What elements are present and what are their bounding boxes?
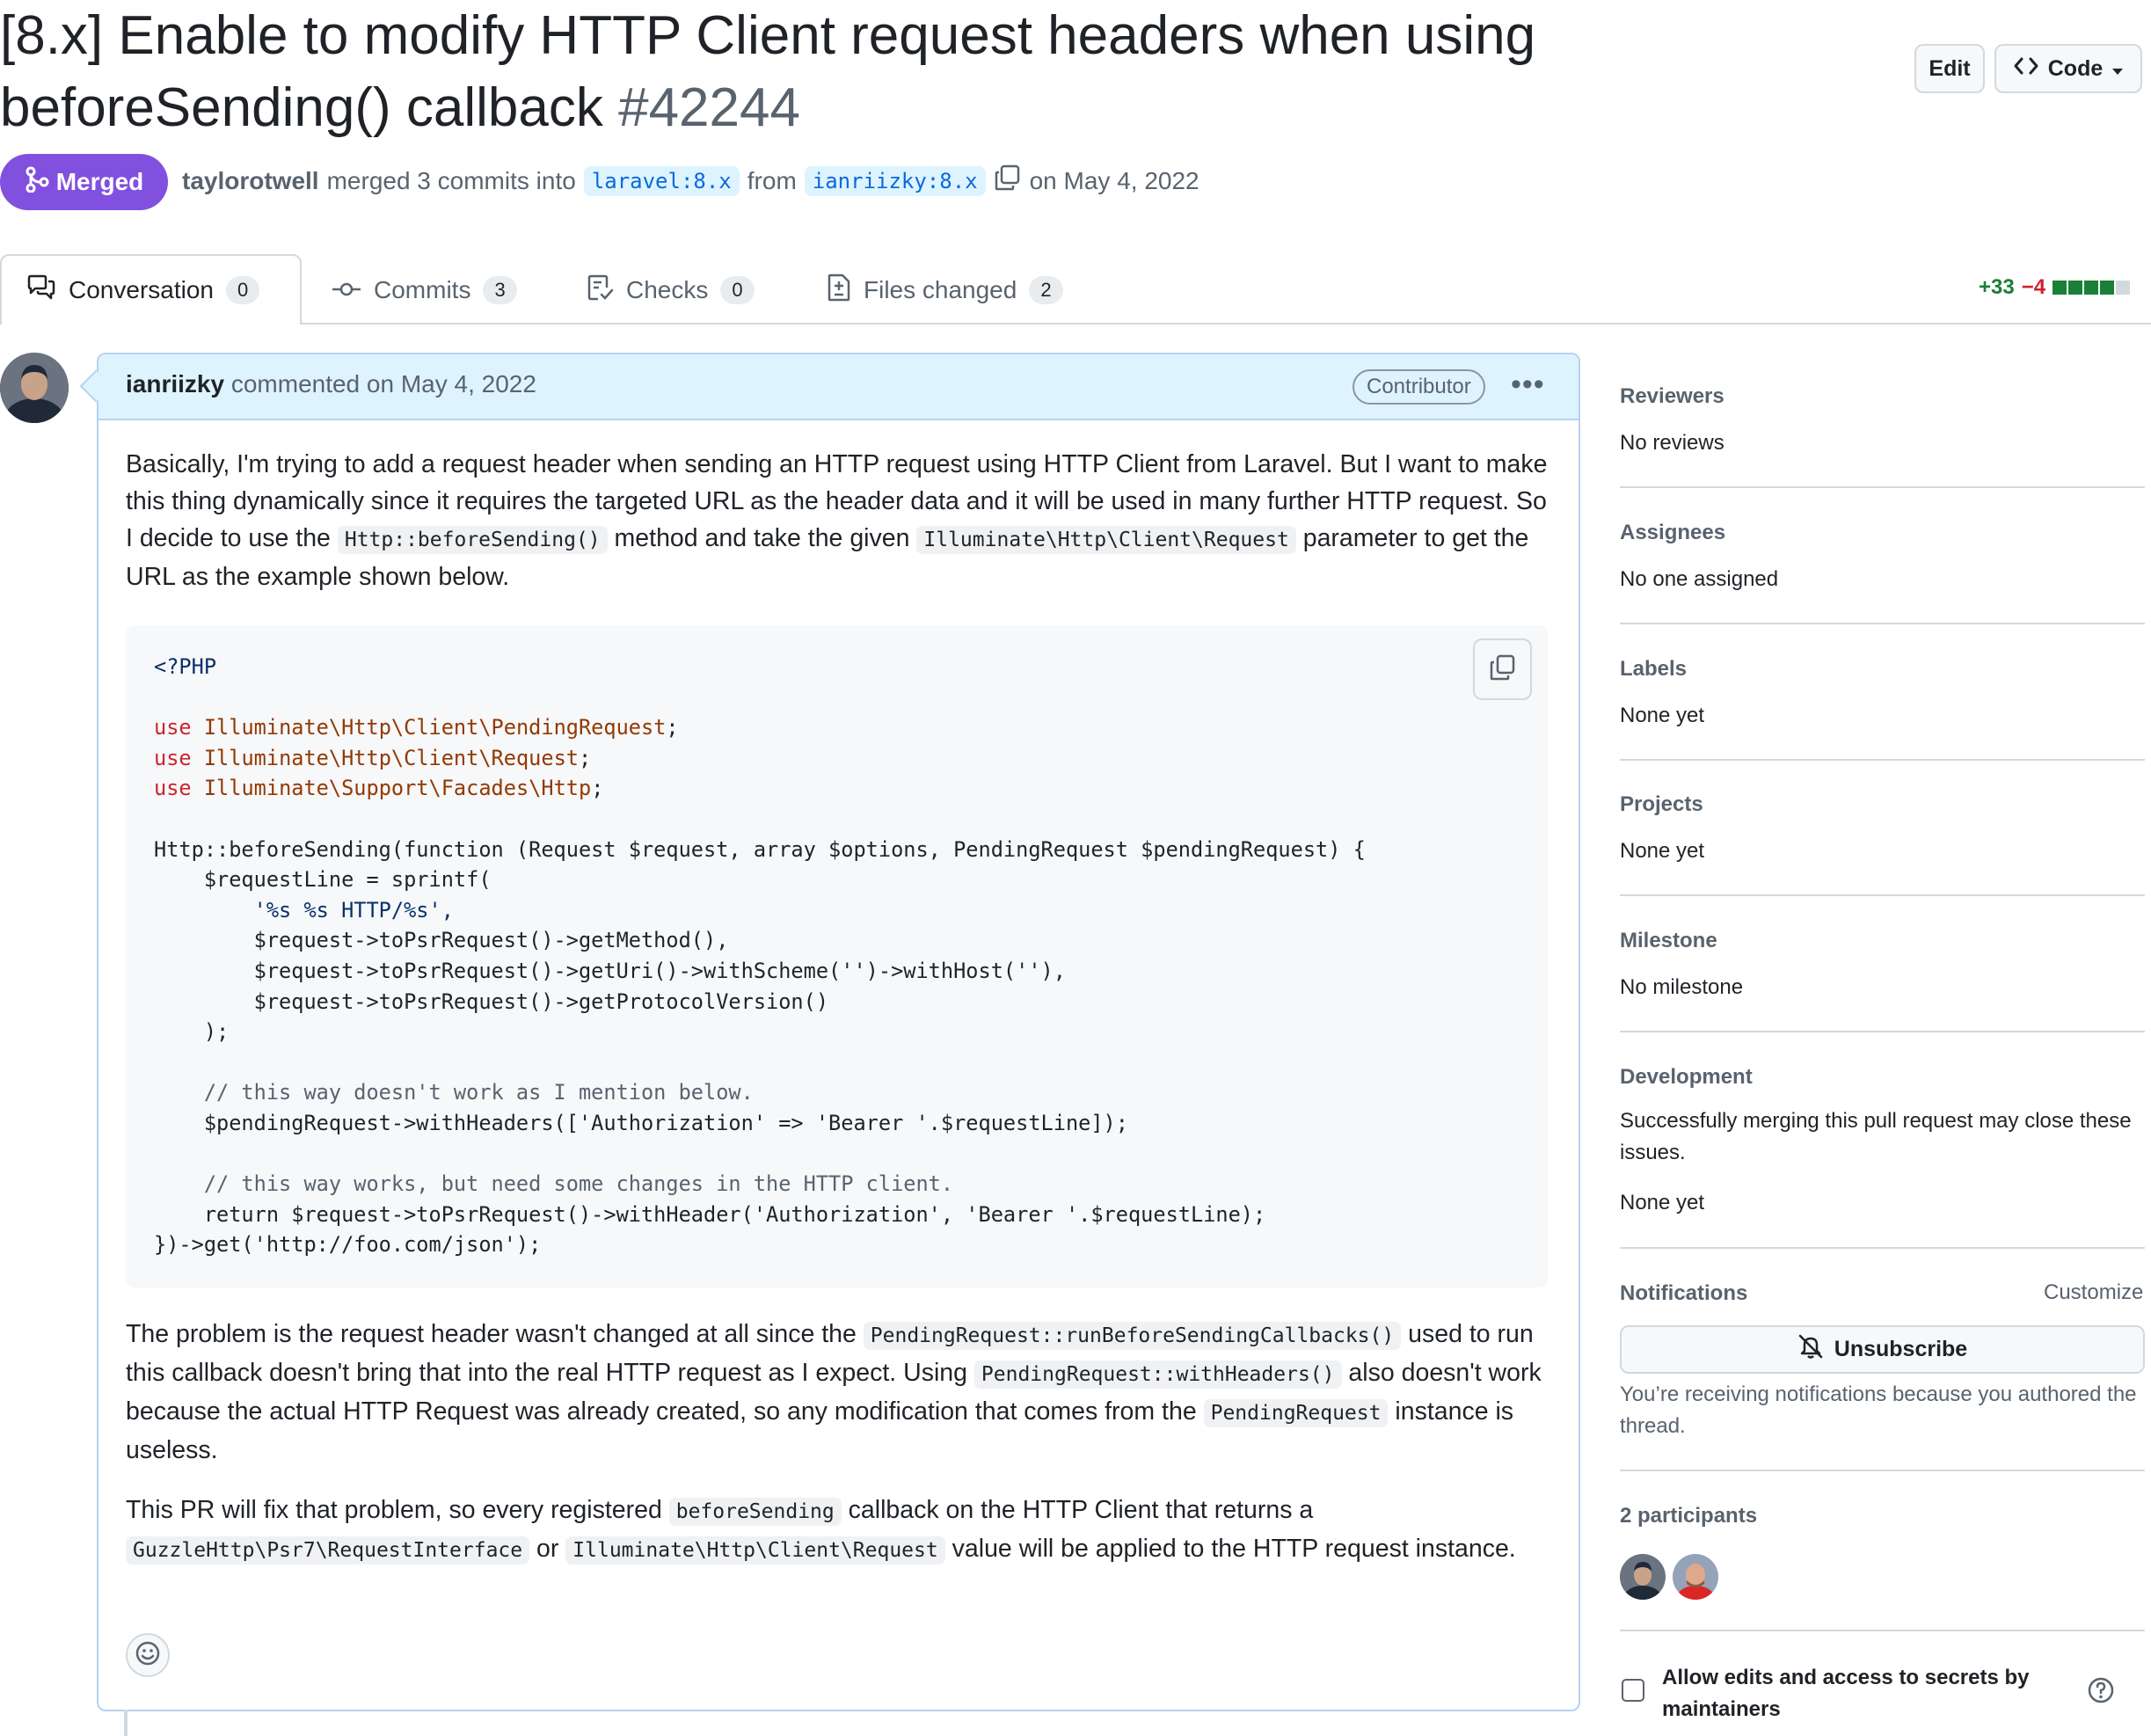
contributor-badge: Contributor xyxy=(1353,369,1485,405)
comment-author[interactable]: ianriizky xyxy=(126,370,224,398)
code-icon xyxy=(2013,55,2039,83)
sidebar-divider xyxy=(1620,623,2145,624)
notifications-heading: Notifications xyxy=(1620,1281,1748,1305)
git-commit-icon xyxy=(332,276,361,304)
tab-files-changed-label: Files changed xyxy=(864,276,1017,303)
diffstat-blocks xyxy=(2053,281,2132,295)
customize-link[interactable]: Customize xyxy=(2044,1280,2143,1305)
tab-checks-label: Checks xyxy=(626,276,709,303)
participant-avatar[interactable] xyxy=(1673,1554,1718,1600)
diffstat-additions: +33 xyxy=(1979,275,2015,299)
projects-value: None yet xyxy=(1620,839,1705,863)
participant-avatar[interactable] xyxy=(1620,1554,1666,1600)
tab-conversation[interactable]: Conversation 0 xyxy=(26,273,260,308)
base-branch[interactable]: laravel:8.x xyxy=(583,165,740,196)
copy-icon[interactable] xyxy=(994,164,1022,198)
merge-summary: taylorotwell merged 3 commits into larav… xyxy=(182,164,1199,198)
kebab-horizontal-icon[interactable]: ••• xyxy=(1511,368,1545,402)
unsubscribe-button[interactable]: Unsubscribe xyxy=(1620,1325,2145,1374)
projects-heading[interactable]: Projects xyxy=(1620,792,1703,817)
tab-conversation-count: 0 xyxy=(225,276,260,304)
question-icon[interactable] xyxy=(2087,1676,2115,1704)
comment-meta: ianriizky commented on May 4, 2022 xyxy=(126,370,536,398)
notifications-reason: You’re receiving notifications because y… xyxy=(1620,1382,2137,1438)
bell-slash-icon xyxy=(1797,1333,1824,1366)
sidebar-divider xyxy=(1620,1630,2145,1631)
sidebar-divider xyxy=(1620,759,2145,761)
comment-timestamp[interactable]: commented on May 4, 2022 xyxy=(231,370,536,398)
allow-edits-label: Allow edits and access to secrets by mai… xyxy=(1662,1666,2030,1721)
add-reaction-button[interactable] xyxy=(126,1633,170,1677)
code-button-label: Code xyxy=(2047,55,2104,81)
copy-icon xyxy=(1489,653,1517,686)
triangle-down-icon xyxy=(2111,56,2124,82)
sidebar-divider xyxy=(1620,894,2145,896)
assignees-heading[interactable]: Assignees xyxy=(1620,521,1725,545)
timeline-line xyxy=(124,1710,128,1736)
comment-paragraph-2: The problem is the request header wasn't… xyxy=(126,1320,1542,1464)
state-label: Merged xyxy=(55,168,144,195)
pr-number: #42244 xyxy=(618,77,800,138)
diffstat-deletions: −4 xyxy=(2021,275,2046,299)
sidebar-divider xyxy=(1620,486,2145,488)
comment-paragraph-1: Basically, I'm trying to add a request h… xyxy=(126,450,1548,591)
edit-button[interactable]: Edit xyxy=(1914,44,1985,93)
development-text: Successfully merging this pull request m… xyxy=(1620,1109,2132,1164)
reviewers-heading[interactable]: Reviewers xyxy=(1620,384,1724,409)
tab-commits-count: 3 xyxy=(483,276,517,304)
tab-commits[interactable]: Commits 3 xyxy=(332,273,517,308)
unsubscribe-label: Unsubscribe xyxy=(1834,1337,1968,1361)
milestone-value: No milestone xyxy=(1620,975,1744,999)
code-content: <?PHP use Illuminate\Http\Client\Pending… xyxy=(154,654,1366,1258)
tabs-divider xyxy=(0,323,2151,325)
development-heading[interactable]: Development xyxy=(1620,1065,1753,1090)
merged-state-badge: Merged xyxy=(0,154,168,210)
tab-files-changed-count: 2 xyxy=(1029,276,1063,304)
pr-title-line1: [8.x] Enable to modify HTTP Client reque… xyxy=(0,5,1536,66)
edit-button-label: Edit xyxy=(1929,55,1971,81)
participants-heading: 2 participants xyxy=(1620,1504,1758,1528)
development-value: None yet xyxy=(1620,1191,1705,1214)
merger-link[interactable]: taylorotwell xyxy=(182,167,319,195)
pr-title: [8.x] Enable to modify HTTP Client reque… xyxy=(0,0,1548,144)
merge-date: on May 4, 2022 xyxy=(1029,166,1199,194)
sidebar-divider xyxy=(1620,1470,2145,1471)
comment-paragraph-3: This PR will fix that problem, so every … xyxy=(126,1496,1516,1565)
head-branch[interactable]: ianriizky:8.x xyxy=(804,165,986,196)
tab-checks[interactable]: Checks 0 xyxy=(587,273,755,308)
merged-text: merged 3 commits into xyxy=(326,166,576,194)
assignees-value: No one assigned xyxy=(1620,567,1779,591)
file-diff-icon xyxy=(827,274,851,308)
reviewers-value: No reviews xyxy=(1620,431,1724,455)
pr-title-line2: beforeSending() callback xyxy=(0,77,603,138)
diffstat: +33 −4 xyxy=(1979,275,2132,300)
allow-edits-checkbox[interactable] xyxy=(1622,1679,1644,1702)
checklist-icon xyxy=(587,274,614,308)
sidebar-divider xyxy=(1620,1031,2145,1032)
copy-code-button[interactable] xyxy=(1473,638,1532,700)
tab-commits-label: Commits xyxy=(374,276,471,303)
sidebar-divider xyxy=(1620,1247,2145,1249)
git-merge-icon xyxy=(25,166,49,199)
labels-heading[interactable]: Labels xyxy=(1620,657,1687,682)
from-text: from xyxy=(747,166,797,194)
labels-value: None yet xyxy=(1620,704,1705,727)
milestone-heading[interactable]: Milestone xyxy=(1620,929,1717,953)
smiley-icon xyxy=(135,1640,161,1671)
code-button[interactable]: Code xyxy=(1994,44,2142,93)
tab-files-changed[interactable]: Files changed 2 xyxy=(827,273,1063,308)
comment-discussion-icon xyxy=(26,274,56,307)
tab-checks-count: 0 xyxy=(720,276,755,304)
author-avatar[interactable] xyxy=(0,353,69,423)
tab-conversation-label: Conversation xyxy=(69,276,214,303)
